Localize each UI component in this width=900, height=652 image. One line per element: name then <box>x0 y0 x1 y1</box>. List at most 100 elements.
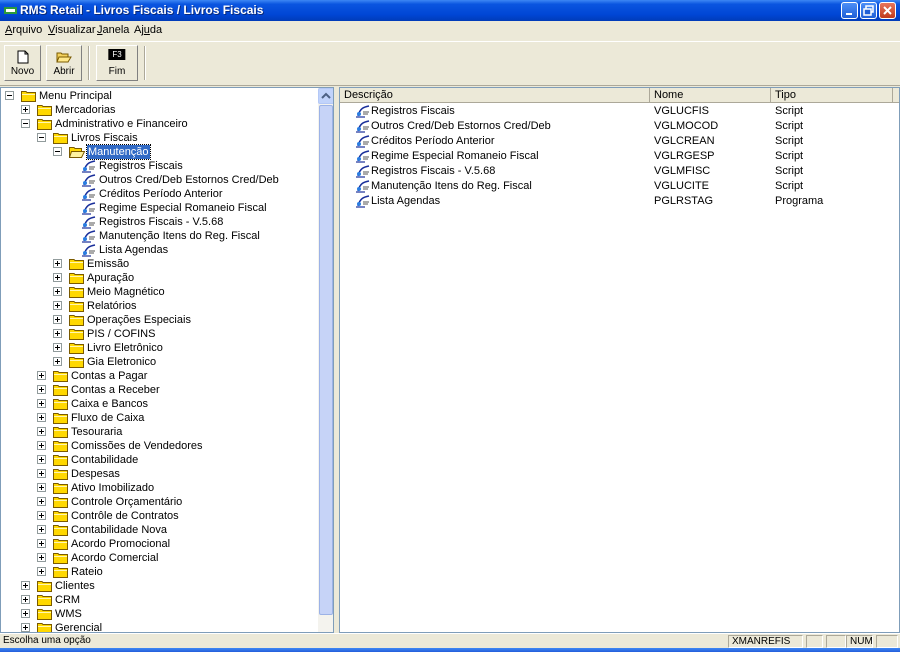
tree-node-admin-child[interactable]: Controle Orçamentário <box>1 495 318 509</box>
expand-toggle-icon[interactable] <box>37 399 46 408</box>
expand-toggle-icon[interactable] <box>37 455 46 464</box>
menu-arquivo[interactable]: Arquivo <box>5 24 42 36</box>
collapse-toggle-icon[interactable] <box>21 119 30 128</box>
tree-leaf-item[interactable]: Lista Agendas <box>1 243 318 257</box>
expand-toggle-icon[interactable] <box>53 287 62 296</box>
tree-node-admin-child[interactable]: Contas a Pagar <box>1 369 318 383</box>
tree-node-livros-child[interactable]: Gia Eletronico <box>1 355 318 369</box>
list-row[interactable]: Registros Fiscais VGLUCFIS Script <box>340 104 899 119</box>
tree-leaf-item[interactable]: Outros Cred/Deb Estornos Cred/Deb <box>1 173 318 187</box>
expand-toggle-icon[interactable] <box>21 105 30 114</box>
tree-node-menu-principal[interactable]: Menu Principal <box>1 89 318 103</box>
close-button[interactable] <box>879 2 896 19</box>
tree-leaf-item[interactable]: Manutenção Itens do Reg. Fiscal <box>1 229 318 243</box>
expand-toggle-icon[interactable] <box>53 315 62 324</box>
tree-node-label: Acordo Promocional <box>71 538 171 550</box>
expand-toggle-icon[interactable] <box>53 357 62 366</box>
list-row[interactable]: Registros Fiscais - V.5.68 VGLMFISC Script <box>340 164 899 179</box>
expand-toggle-icon[interactable] <box>37 371 46 380</box>
tree-node-livros-child[interactable]: Relatórios <box>1 299 318 313</box>
menu-ajuda[interactable]: Ajuda <box>134 24 162 36</box>
novo-button[interactable]: Novo <box>4 45 41 81</box>
tree-node-root-child[interactable]: WMS <box>1 607 318 621</box>
expand-toggle-icon[interactable] <box>53 273 62 282</box>
tree-node-livros-child[interactable]: Livro Eletrônico <box>1 341 318 355</box>
tree-node-livros-child[interactable]: Emissão <box>1 257 318 271</box>
fim-button[interactable]: F3 Fim <box>96 45 138 81</box>
scroll-thumb[interactable] <box>319 105 333 615</box>
expand-toggle-icon[interactable] <box>37 553 46 562</box>
expand-toggle-icon[interactable] <box>37 483 46 492</box>
expand-toggle-icon[interactable] <box>21 609 30 618</box>
expand-toggle-icon[interactable] <box>37 525 46 534</box>
tree-node-admin-child[interactable]: Contabilidade Nova <box>1 523 318 537</box>
collapse-toggle-icon[interactable] <box>53 147 62 156</box>
tree-node-admin-child[interactable]: Tesouraria <box>1 425 318 439</box>
tree-node-admin-child[interactable]: Contas a Receber <box>1 383 318 397</box>
expand-toggle-icon[interactable] <box>21 623 30 632</box>
tree-node-admin-child[interactable]: Caixa e Bancos <box>1 397 318 411</box>
expand-toggle-icon[interactable] <box>21 595 30 604</box>
expand-toggle-icon[interactable] <box>53 343 62 352</box>
expand-toggle-icon[interactable] <box>53 329 62 338</box>
tree-node-livros-child[interactable]: PIS / COFINS <box>1 327 318 341</box>
tree-node-admin-child[interactable]: Fluxo de Caixa <box>1 411 318 425</box>
expand-toggle-icon[interactable] <box>37 511 46 520</box>
tree-node-admin-child[interactable]: Contrôle de Contratos <box>1 509 318 523</box>
tree-leaf-item[interactable]: Registros Fiscais <box>1 159 318 173</box>
tree-node-admin-child[interactable]: Ativo Imobilizado <box>1 481 318 495</box>
tree-node-admin-child[interactable]: Acordo Promocional <box>1 537 318 551</box>
title-bar[interactable]: RMS Retail - Livros Fiscais / Livros Fis… <box>0 0 900 21</box>
menu-janela[interactable]: Janela <box>97 24 129 36</box>
collapse-toggle-icon[interactable] <box>5 91 14 100</box>
abrir-button[interactable]: Abrir <box>46 45 82 81</box>
expand-toggle-icon[interactable] <box>37 497 46 506</box>
maximize-button[interactable] <box>860 2 877 19</box>
folder-icon <box>69 273 84 284</box>
expand-toggle-icon[interactable] <box>37 385 46 394</box>
list-row[interactable]: Créditos Período Anterior VGLCREAN Script <box>340 134 899 149</box>
expand-toggle-icon[interactable] <box>53 301 62 310</box>
tree-leaf-item[interactable]: Créditos Período Anterior <box>1 187 318 201</box>
expand-toggle-icon[interactable] <box>53 259 62 268</box>
list-row[interactable]: Manutenção Itens do Reg. Fiscal VGLUCITE S… <box>340 179 899 194</box>
expand-toggle-icon[interactable] <box>21 581 30 590</box>
expand-toggle-icon[interactable] <box>37 427 46 436</box>
tree-node-root-child[interactable]: Clientes <box>1 579 318 593</box>
tree-vertical-scrollbar[interactable] <box>318 88 333 632</box>
menu-visualizar[interactable]: Visualizar <box>48 24 96 36</box>
tree-node-manutencao[interactable]: Manutenção <box>1 144 318 160</box>
row-nome: VGLUCFIS <box>654 105 710 117</box>
tree-node-livros-child[interactable]: Meio Magnético <box>1 285 318 299</box>
tree-node-root-child[interactable]: Gerencial <box>1 621 318 632</box>
tree-node-administrativo[interactable]: Administrativo e Financeiro <box>1 117 318 131</box>
tree-node-admin-child[interactable]: Contabilidade <box>1 453 318 467</box>
tree-node-livros-fiscais[interactable]: Livros Fiscais <box>1 131 318 145</box>
collapse-toggle-icon[interactable] <box>37 133 46 142</box>
tree-node-livros-child[interactable]: Apuração <box>1 271 318 285</box>
expand-toggle-icon[interactable] <box>37 539 46 548</box>
column-nome[interactable]: Nome <box>650 88 771 103</box>
list-row[interactable]: Outros Cred/Deb Estornos Cred/Deb VGLMOCO… <box>340 119 899 134</box>
tree-node-admin-child[interactable]: Rateio <box>1 565 318 579</box>
tree-node-mercadorias[interactable]: Mercadorias <box>1 103 318 117</box>
tree-node-admin-child[interactable]: Comissões de Vendedores <box>1 439 318 453</box>
minimize-button[interactable] <box>841 2 858 19</box>
tree-leaf-item[interactable]: Registros Fiscais - V.5.68 <box>1 215 318 229</box>
tree-node-livros-child[interactable]: Operações Especiais <box>1 313 318 327</box>
list-row[interactable]: Regime Especial Romaneio Fiscal VGLRGESP S… <box>340 149 899 164</box>
folder-icon <box>37 119 52 130</box>
column-tipo[interactable]: Tipo <box>771 88 893 103</box>
list-row[interactable]: Lista Agendas PGLRSTAG Programa <box>340 194 899 209</box>
tree-leaf-item[interactable]: Regime Especial Romaneio Fiscal <box>1 201 318 215</box>
expand-toggle-icon[interactable] <box>37 567 46 576</box>
column-descricao[interactable]: Descrição <box>340 88 650 103</box>
tree-node-label: PIS / COFINS <box>87 328 156 340</box>
expand-toggle-icon[interactable] <box>37 469 46 478</box>
expand-toggle-icon[interactable] <box>37 441 46 450</box>
tree-node-admin-child[interactable]: Acordo Comercial <box>1 551 318 565</box>
scroll-up-button[interactable] <box>318 88 333 104</box>
tree-node-root-child[interactable]: CRM <box>1 593 318 607</box>
tree-node-admin-child[interactable]: Despesas <box>1 467 318 481</box>
expand-toggle-icon[interactable] <box>37 413 46 422</box>
